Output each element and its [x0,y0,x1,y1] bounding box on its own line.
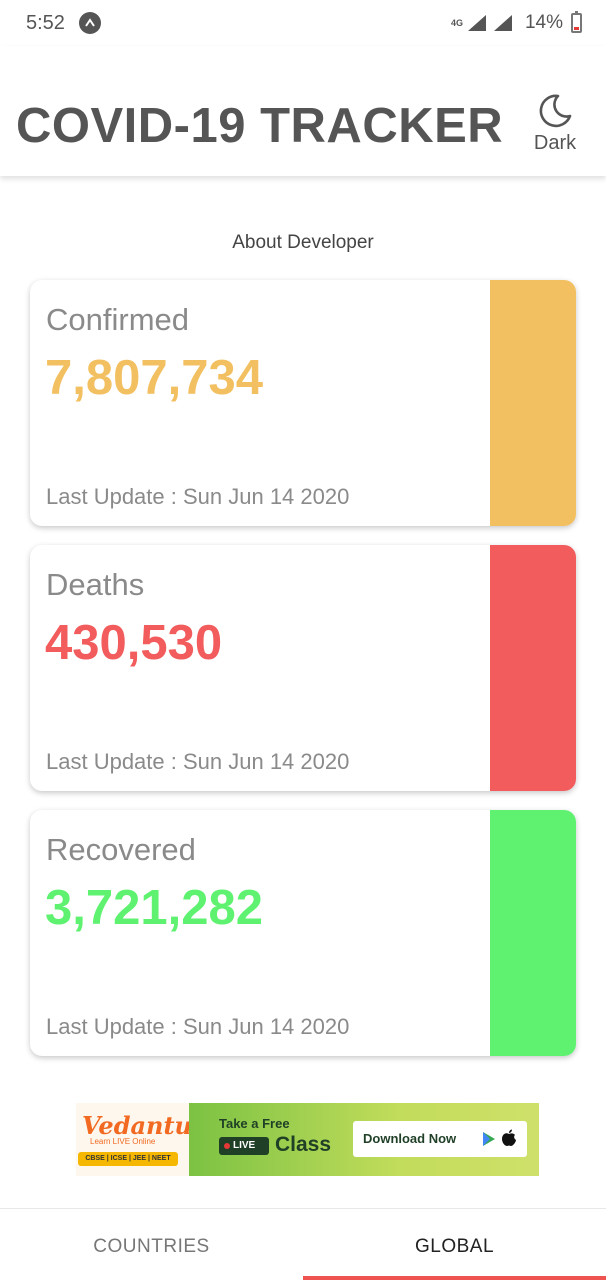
active-tab-indicator [303,1276,606,1280]
ad-download-button[interactable]: Download Now [353,1121,527,1157]
ad-download-label: Download Now [363,1131,457,1146]
moon-icon [539,94,572,128]
card-label: Confirmed [46,302,189,337]
card-label: Recovered [46,832,196,867]
status-time: 5:52 [26,12,65,34]
status-bar: 5:52 4G 14% [0,0,606,46]
recovered-card: Recovered 3,721,282 Last Update : Sun Ju… [30,810,576,1056]
card-label: Deaths [46,567,145,602]
page-title: COVID-19 TRACKER [16,99,504,153]
recovered-color-strip [490,810,576,1056]
ad-tags: CBSE | ICSE | JEE | NEET [78,1152,178,1166]
tab-countries[interactable]: COUNTRIES [0,1209,303,1280]
apple-icon [502,1129,516,1146]
bottom-tab-bar: COUNTRIES GLOBAL [0,1208,606,1280]
signal-roaming-icon [493,15,512,31]
app-header: COVID-19 TRACKER Dark [0,46,606,176]
deaths-count: 430,530 [45,616,223,670]
ad-offer-panel: Take a Free LIVE Class Download Now [189,1103,539,1176]
about-developer-link[interactable]: About Developer [0,232,606,254]
deaths-color-strip [490,545,576,791]
ad-offer-text: Take a Free [219,1116,290,1131]
last-update-text: Last Update : Sun Jun 14 2020 [46,1014,350,1039]
battery-icon [571,11,582,33]
ad-brand-panel: Vedantu Learn LIVE Online CBSE | ICSE | … [76,1103,193,1176]
play-store-icon [483,1132,495,1146]
confirmed-count: 7,807,734 [45,351,263,405]
confirmed-color-strip [490,280,576,526]
status-indicators: 4G 14% [450,11,582,34]
dark-mode-label: Dark [533,132,577,154]
ad-tagline: Learn LIVE Online [90,1137,156,1146]
confirmed-card: Confirmed 7,807,734 Last Update : Sun Ju… [30,280,576,526]
ad-banner[interactable]: Vedantu Learn LIVE Online CBSE | ICSE | … [76,1103,539,1176]
recovered-count: 3,721,282 [45,881,263,935]
last-update-text: Last Update : Sun Jun 14 2020 [46,749,350,774]
signal-icon [467,15,486,31]
tab-global[interactable]: GLOBAL [303,1209,606,1280]
ad-class-text: Class [275,1133,332,1156]
ad-live-badge: LIVE [219,1137,269,1155]
battery-percent: 14% [524,12,563,33]
ad-brand-logo: Vedantu [82,1111,193,1140]
last-update-text: Last Update : Sun Jun 14 2020 [46,484,350,509]
network-type: 4G [450,18,463,28]
dark-mode-toggle[interactable]: Dark [532,92,578,155]
app-notification-icon [79,12,101,34]
deaths-card: Deaths 430,530 Last Update : Sun Jun 14 … [30,545,576,791]
